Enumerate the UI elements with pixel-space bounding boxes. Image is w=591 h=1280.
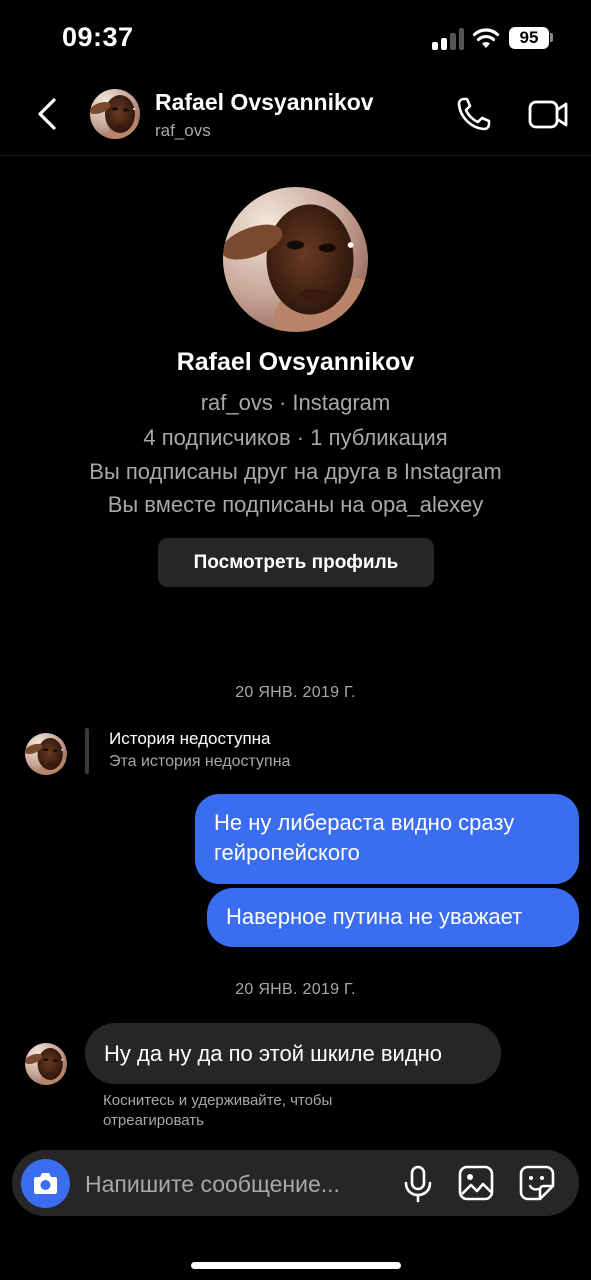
chevron-left-icon[interactable]: [30, 92, 66, 136]
battery-indicator: 95: [509, 27, 549, 49]
avatar[interactable]: [90, 89, 140, 139]
contact-username[interactable]: raf_ovs: [155, 121, 211, 141]
message-line: Ну да ну да по этой шкиле видно: [104, 1041, 443, 1066]
message-input[interactable]: [85, 1168, 385, 1200]
sticker-icon[interactable]: [518, 1164, 556, 1202]
battery-tip: [550, 33, 553, 42]
status-time: 09:37: [62, 22, 134, 52]
profile-mutual-follow: Вы подписаны друг на друга в Instagram: [89, 459, 502, 484]
story-title[interactable]: История недоступна: [109, 729, 271, 749]
status-bar: 09:37 95: [0, 0, 591, 78]
outgoing-message[interactable]: Наверное путина не уважает: [207, 888, 579, 947]
profile-stats: 4 подписчиков · 1 публикация: [143, 425, 448, 450]
avatar[interactable]: [25, 733, 67, 775]
video-camera-icon[interactable]: [527, 95, 569, 133]
camera-button[interactable]: [21, 1159, 70, 1208]
incoming-message[interactable]: Ну да ну да по этой шкиле видно: [85, 1023, 501, 1084]
story-reply-bar: [85, 728, 89, 774]
contact-name[interactable]: Rafael Ovsyannikov: [155, 89, 374, 116]
avatar[interactable]: [25, 1043, 67, 1085]
message-line: Не ну либераста видно сразу: [214, 810, 515, 835]
message-composer: [12, 1150, 579, 1216]
chat-header: Rafael Ovsyannikov raf_ovs: [0, 78, 591, 156]
camera-icon: [34, 1173, 57, 1194]
signal-icon: [432, 28, 464, 50]
profile-name: Rafael Ovsyannikov: [176, 348, 415, 376]
outgoing-message[interactable]: Не ну либераста видно сразу гейропейског…: [195, 794, 579, 884]
gallery-icon[interactable]: [457, 1164, 495, 1202]
phone-icon[interactable]: [455, 95, 493, 133]
message-line: гейропейского: [214, 840, 360, 865]
date-separator: 20 ЯНВ. 2019 Г.: [235, 981, 356, 998]
story-subtitle[interactable]: Эта история недоступна: [109, 753, 290, 771]
wifi-icon: [472, 28, 500, 48]
message-line: Наверное путина не уважает: [226, 904, 523, 929]
profile-mutual-friends: Вы вместе подписаны на opa_alexey: [107, 492, 484, 517]
profile-avatar[interactable]: [223, 187, 368, 332]
react-hint: Коснитесь и удерживайте, чтобы отреагиро…: [103, 1092, 333, 1129]
microphone-icon[interactable]: [402, 1165, 434, 1203]
view-profile-button[interactable]: Посмотреть профиль: [158, 538, 434, 587]
profile-handle: raf_ovs · Instagram: [200, 390, 391, 415]
home-indicator[interactable]: [191, 1262, 401, 1269]
date-separator: 20 ЯНВ. 2019 Г.: [235, 684, 356, 701]
